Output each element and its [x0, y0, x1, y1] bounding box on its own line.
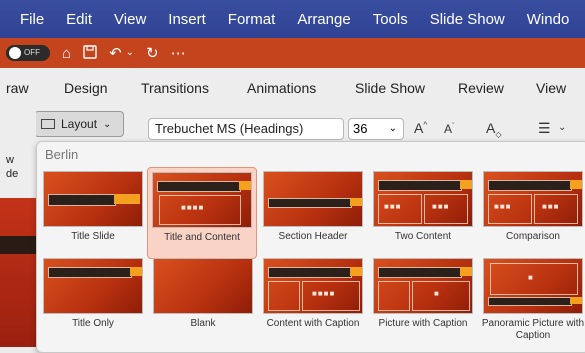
layout-name: Title and Content: [164, 232, 240, 243]
layout-name: Content with Caption: [266, 318, 360, 329]
font-size-value: 36: [353, 121, 368, 136]
layout-thumbnail: ■: [483, 258, 583, 314]
increase-font-size-icon[interactable]: A^: [414, 120, 427, 136]
tab-view[interactable]: View: [536, 80, 566, 96]
layout-title-only[interactable]: Title Only: [39, 254, 147, 344]
menu-tools[interactable]: Tools: [373, 11, 408, 28]
autosave-label: OFF: [24, 48, 40, 57]
new-slide-label-line2: de: [6, 168, 19, 180]
menu-window[interactable]: Windo: [527, 11, 570, 28]
layout-comparison[interactable]: ■■■ ■■■ Comparison: [479, 167, 585, 257]
redo-icon[interactable]: ↻: [146, 46, 159, 61]
font-size-select[interactable]: 36 ⌄: [348, 118, 404, 140]
menu-file[interactable]: File: [20, 11, 44, 28]
menu-arrange[interactable]: Arrange: [297, 11, 350, 28]
clear-formatting-icon[interactable]: A◇: [486, 120, 502, 139]
layout-name: Title Slide: [71, 231, 115, 242]
layout-thumbnail: [153, 258, 253, 314]
layout-name: Section Header: [278, 231, 348, 242]
home-icon[interactable]: ⌂: [62, 46, 71, 61]
font-name-select[interactable]: Trebuchet MS (Headings): [148, 118, 344, 140]
layout-content-with-caption[interactable]: ■■■■ Content with Caption: [259, 254, 367, 344]
layout-thumbnail: ■: [373, 258, 473, 314]
layout-name: Comparison: [506, 231, 560, 242]
menu-bar: File Edit View Insert Format Arrange Too…: [0, 0, 585, 38]
layout-thumbnail: ■■■ ■■■: [483, 171, 583, 227]
quick-access-toolbar: OFF ⌂ ↶ ⌄ ↻ ⋯: [0, 38, 585, 68]
chevron-down-icon: ⌄: [103, 118, 112, 130]
layout-thumbnail: [43, 171, 143, 227]
menu-slide-show[interactable]: Slide Show: [430, 11, 505, 28]
new-slide-label-line1: w: [6, 154, 14, 166]
menu-edit[interactable]: Edit: [66, 11, 92, 28]
chevron-down-icon[interactable]: ⌄: [126, 48, 134, 58]
more-icon[interactable]: ⋯: [171, 46, 186, 61]
tab-review[interactable]: Review: [458, 80, 504, 96]
autosave-toggle[interactable]: OFF: [6, 45, 50, 61]
layout-thumbnail: ■■■ ■■■: [373, 171, 473, 227]
tab-animations[interactable]: Animations: [247, 80, 316, 96]
layout-name: Blank: [190, 318, 216, 329]
layout-name: Title Only: [72, 318, 114, 329]
layout-blank[interactable]: Blank: [149, 254, 257, 344]
tab-slide-show[interactable]: Slide Show: [355, 80, 425, 96]
chevron-down-icon[interactable]: ⌄: [558, 122, 566, 133]
layout-name: Picture with Caption: [378, 318, 468, 329]
tab-design[interactable]: Design: [64, 80, 108, 96]
tab-transitions[interactable]: Transitions: [141, 80, 209, 96]
tab-draw[interactable]: raw: [6, 80, 29, 96]
layout-name: Panoramic Picture with Caption: [481, 318, 585, 341]
menu-format[interactable]: Format: [228, 11, 276, 28]
layout-thumbnail: [43, 258, 143, 314]
layout-thumbnail: ■■■■: [152, 172, 252, 228]
layout-thumbnail: [263, 171, 363, 227]
theme-name: Berlin: [45, 147, 79, 162]
toggle-knob: [9, 47, 21, 59]
layout-panoramic-picture-with-caption[interactable]: ■ Panoramic Picture with Caption: [479, 254, 585, 344]
layout-title-slide[interactable]: Title Slide: [39, 167, 147, 257]
layout-icon: [41, 119, 55, 129]
layout-name: Two Content: [394, 231, 452, 242]
ribbon-toolbar: ] ⌄ Layout ⌄ Trebuchet MS (Headings) 36 …: [0, 108, 585, 142]
ribbon-tabs: raw Design Transitions Animations Slide …: [0, 68, 585, 108]
save-icon[interactable]: [83, 44, 97, 62]
layout-gallery: Berlin Title Slide ■■■■ Title and Conten…: [36, 141, 585, 353]
font-name-value: Trebuchet MS (Headings): [155, 121, 304, 136]
decrease-font-size-icon[interactable]: Aˇ: [444, 122, 454, 136]
layout-two-content[interactable]: ■■■ ■■■ Two Content: [369, 167, 477, 257]
menu-view[interactable]: View: [114, 11, 146, 28]
bullets-icon[interactable]: ☰: [538, 120, 551, 137]
chevron-down-icon: ⌄: [388, 123, 397, 134]
layout-title-and-content[interactable]: ■■■■ Title and Content: [147, 167, 257, 259]
slide-title-bar: [0, 236, 36, 254]
layout-picture-with-caption[interactable]: ■ Picture with Caption: [369, 254, 477, 344]
menu-insert[interactable]: Insert: [168, 11, 206, 28]
layout-thumbnail: ■■■■: [263, 258, 363, 314]
layout-label: Layout: [61, 117, 98, 131]
layout-section-header[interactable]: Section Header: [259, 167, 367, 257]
layout-button[interactable]: Layout ⌄: [34, 111, 124, 137]
undo-icon[interactable]: ↶: [109, 46, 122, 61]
slide-thumbnail[interactable]: [0, 198, 36, 347]
